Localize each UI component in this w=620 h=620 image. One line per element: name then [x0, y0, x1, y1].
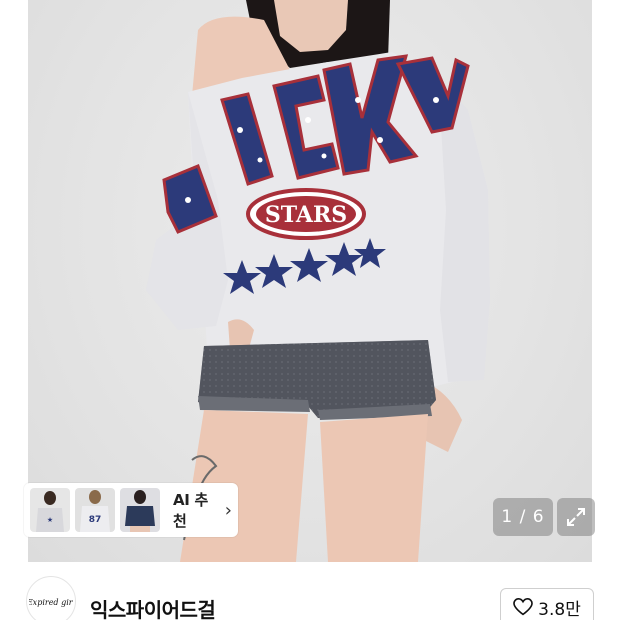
ai-thumbnail-3[interactable]: [120, 488, 160, 532]
store-logo-text: Expired girl: [29, 598, 73, 607]
ai-thumbnail-2[interactable]: 87: [75, 488, 115, 532]
store-name[interactable]: 익스파이어드걸: [90, 594, 216, 620]
ai-thumbnail-1[interactable]: ★: [30, 488, 70, 532]
store-info-bar: Expired girl 익스파이어드걸 3.8만: [0, 562, 620, 620]
expand-button[interactable]: [557, 498, 595, 536]
store-logo[interactable]: Expired girl: [26, 576, 76, 620]
shirt-print-badge-text: STARS: [265, 202, 347, 228]
product-image-area[interactable]: STARS: [0, 0, 620, 562]
image-counter: 1 / 6: [493, 498, 553, 536]
ai-recommend-label[interactable]: AI 추천: [173, 489, 213, 531]
svg-text:★: ★: [47, 516, 53, 524]
like-button[interactable]: 3.8만: [500, 588, 594, 620]
like-count: 3.8만: [538, 599, 581, 620]
product-photo: STARS: [28, 0, 592, 562]
expand-icon: [567, 508, 585, 526]
ai-recommend-strip[interactable]: ★ 87 AI 추천 ›: [24, 483, 238, 537]
svg-text:87: 87: [89, 515, 102, 525]
heart-icon: [513, 598, 533, 616]
chevron-right-icon[interactable]: ›: [225, 500, 232, 521]
